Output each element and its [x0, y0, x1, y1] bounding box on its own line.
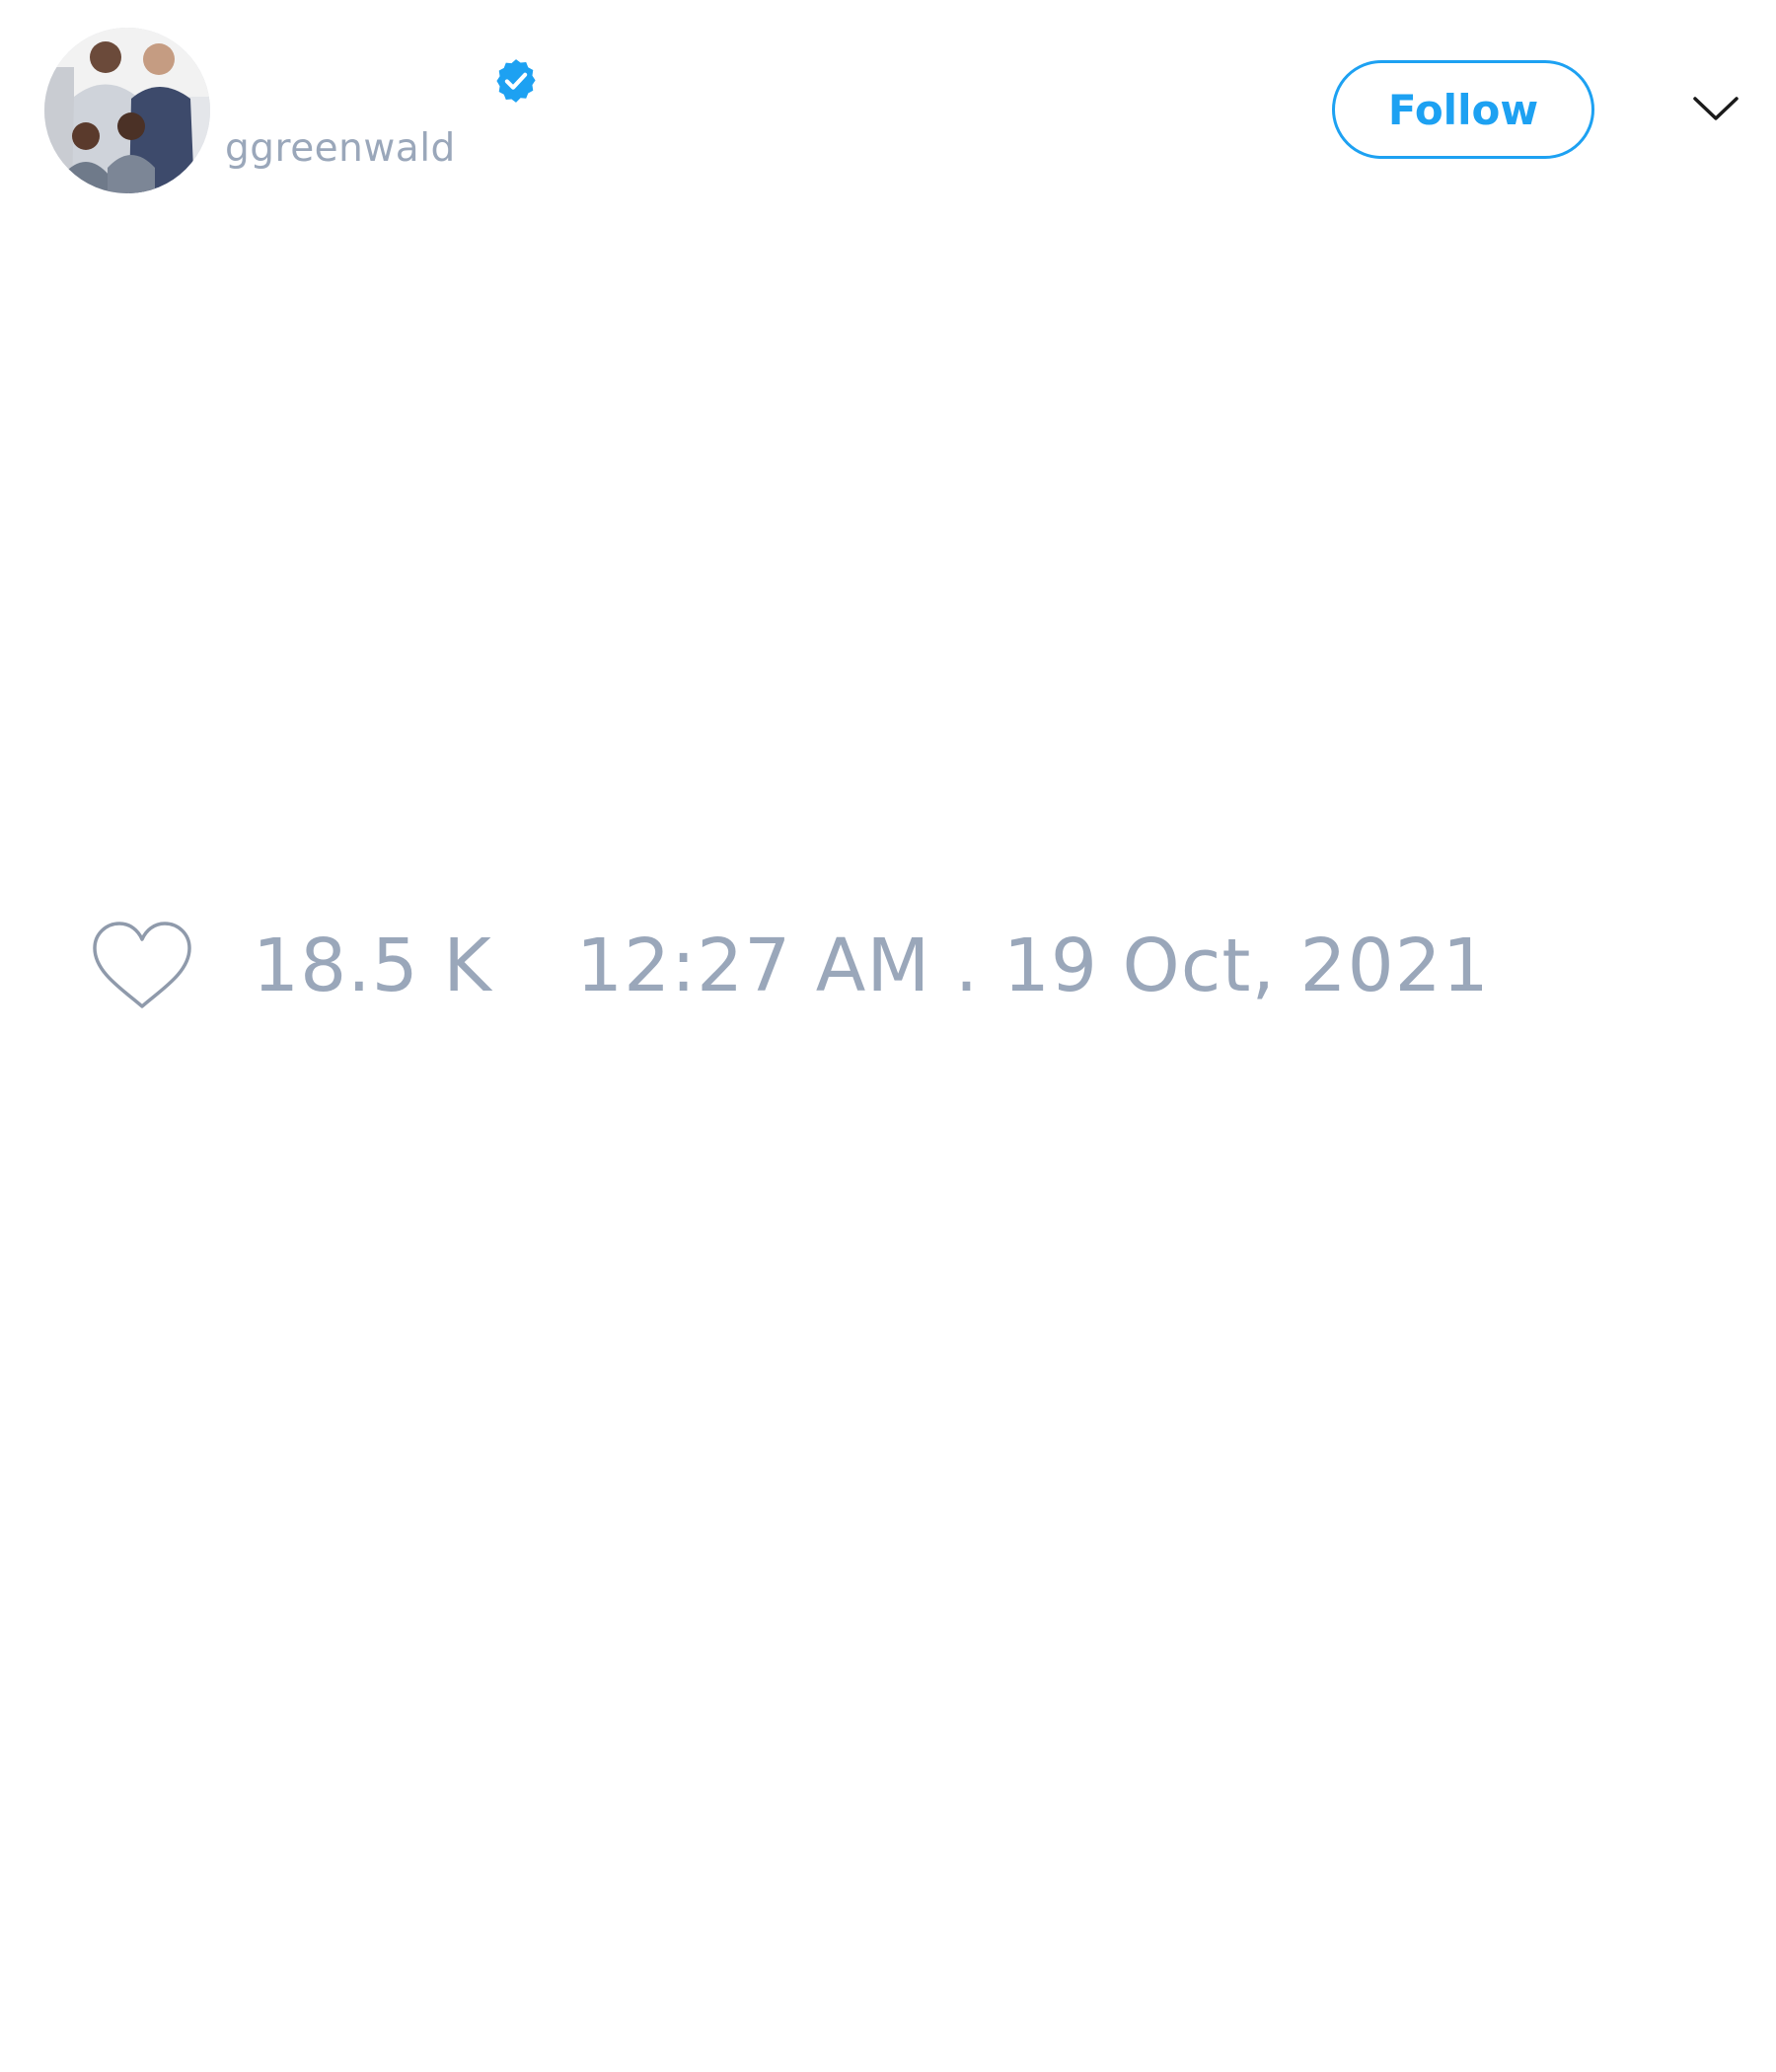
avatar-photo	[44, 28, 210, 193]
heart-icon[interactable]	[89, 918, 195, 1016]
user-handle[interactable]: ggreenwald	[225, 124, 456, 174]
avatar[interactable]	[44, 28, 210, 193]
tweet-timestamp[interactable]: 12:27 AM . 19 Oct, 2021	[576, 922, 1490, 1010]
chevron-down-icon[interactable]	[1691, 89, 1740, 128]
follow-button[interactable]: Follow	[1332, 60, 1594, 159]
like-count: 18.5 K	[253, 924, 492, 1008]
verified-badge-icon	[496, 59, 536, 103]
